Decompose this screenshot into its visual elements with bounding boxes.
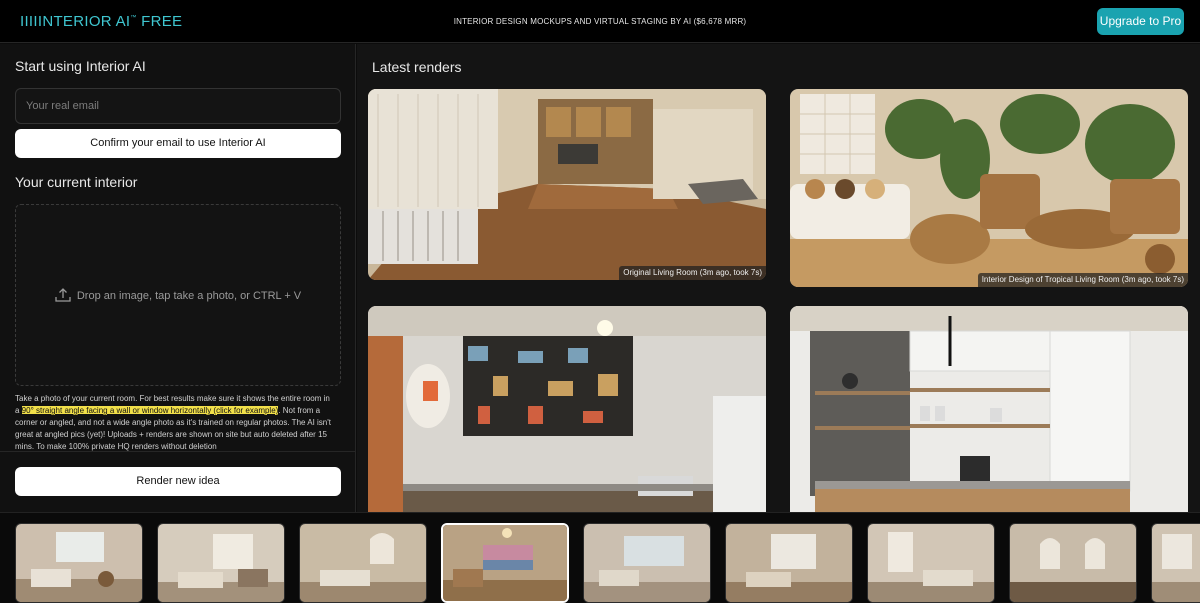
- left-panel: Start using Interior AI Confirm your ema…: [0, 44, 356, 512]
- thumbnail[interactable]: [157, 523, 285, 603]
- upgrade-to-pro-button[interactable]: Upgrade to Pro: [1097, 8, 1184, 35]
- render-caption: Original Living Room (3m ago, took 7s): [619, 266, 766, 280]
- thumbnail-image: [16, 524, 142, 602]
- thumbnail-image: [158, 524, 284, 602]
- render-card-modern-kitchen[interactable]: [790, 306, 1188, 512]
- current-interior-title: Your current interior: [15, 174, 138, 190]
- render-card-original-living-room[interactable]: Original Living Room (3m ago, took 7s): [368, 89, 766, 280]
- thumbnail-image: [726, 524, 852, 602]
- render-image: [368, 89, 766, 280]
- render-image: [790, 306, 1188, 512]
- example-link[interactable]: 90° straight angle facing a wall or wind…: [21, 406, 279, 415]
- thumbnail[interactable]: [1151, 523, 1200, 603]
- thumbnail[interactable]: [299, 523, 427, 603]
- dropzone-text: Drop an image, tap take a photo, or CTRL…: [76, 289, 302, 302]
- help-text: Take a photo of your current room. For b…: [15, 393, 335, 451]
- thumbnail-image: [1010, 524, 1136, 602]
- render-new-idea-button[interactable]: Render new idea: [15, 467, 341, 496]
- start-title: Start using Interior AI: [15, 58, 146, 74]
- top-bar: IIIIINTERIOR AI™ FREE INTERIOR DESIGN MO…: [0, 0, 1200, 43]
- thumbnail[interactable]: [725, 523, 853, 603]
- thumbnail[interactable]: [1009, 523, 1137, 603]
- latest-renders-panel: Latest renders Original Living Room (3m …: [357, 44, 1200, 512]
- thumbnail[interactable]: [867, 523, 995, 603]
- thumbnail-selected[interactable]: [441, 523, 569, 603]
- render-image: [368, 306, 766, 512]
- thumbnail-image: [584, 524, 710, 602]
- image-dropzone[interactable]: Drop an image, tap take a photo, or CTRL…: [15, 204, 341, 386]
- render-card-original-kitchen[interactable]: [368, 306, 766, 512]
- latest-renders-title: Latest renders: [372, 59, 462, 75]
- thumbnail-image: [1152, 524, 1200, 602]
- thumbnail[interactable]: [583, 523, 711, 603]
- thumbnail-image: [443, 525, 567, 601]
- thumbnail[interactable]: [15, 523, 143, 603]
- upload-icon: [55, 288, 71, 302]
- render-card-tropical-living-room[interactable]: Interior Design of Tropical Living Room …: [790, 89, 1188, 287]
- thumbnail-image: [868, 524, 994, 602]
- thumbnail-image: [300, 524, 426, 602]
- render-caption: Interior Design of Tropical Living Room …: [977, 273, 1188, 287]
- email-input[interactable]: [15, 88, 341, 124]
- thumbnail-strip: [0, 512, 1200, 603]
- divider: [0, 451, 356, 452]
- render-image: [790, 89, 1188, 287]
- tagline: INTERIOR DESIGN MOCKUPS AND VIRTUAL STAG…: [453, 17, 747, 26]
- confirm-email-button[interactable]: Confirm your email to use Interior AI: [15, 129, 341, 158]
